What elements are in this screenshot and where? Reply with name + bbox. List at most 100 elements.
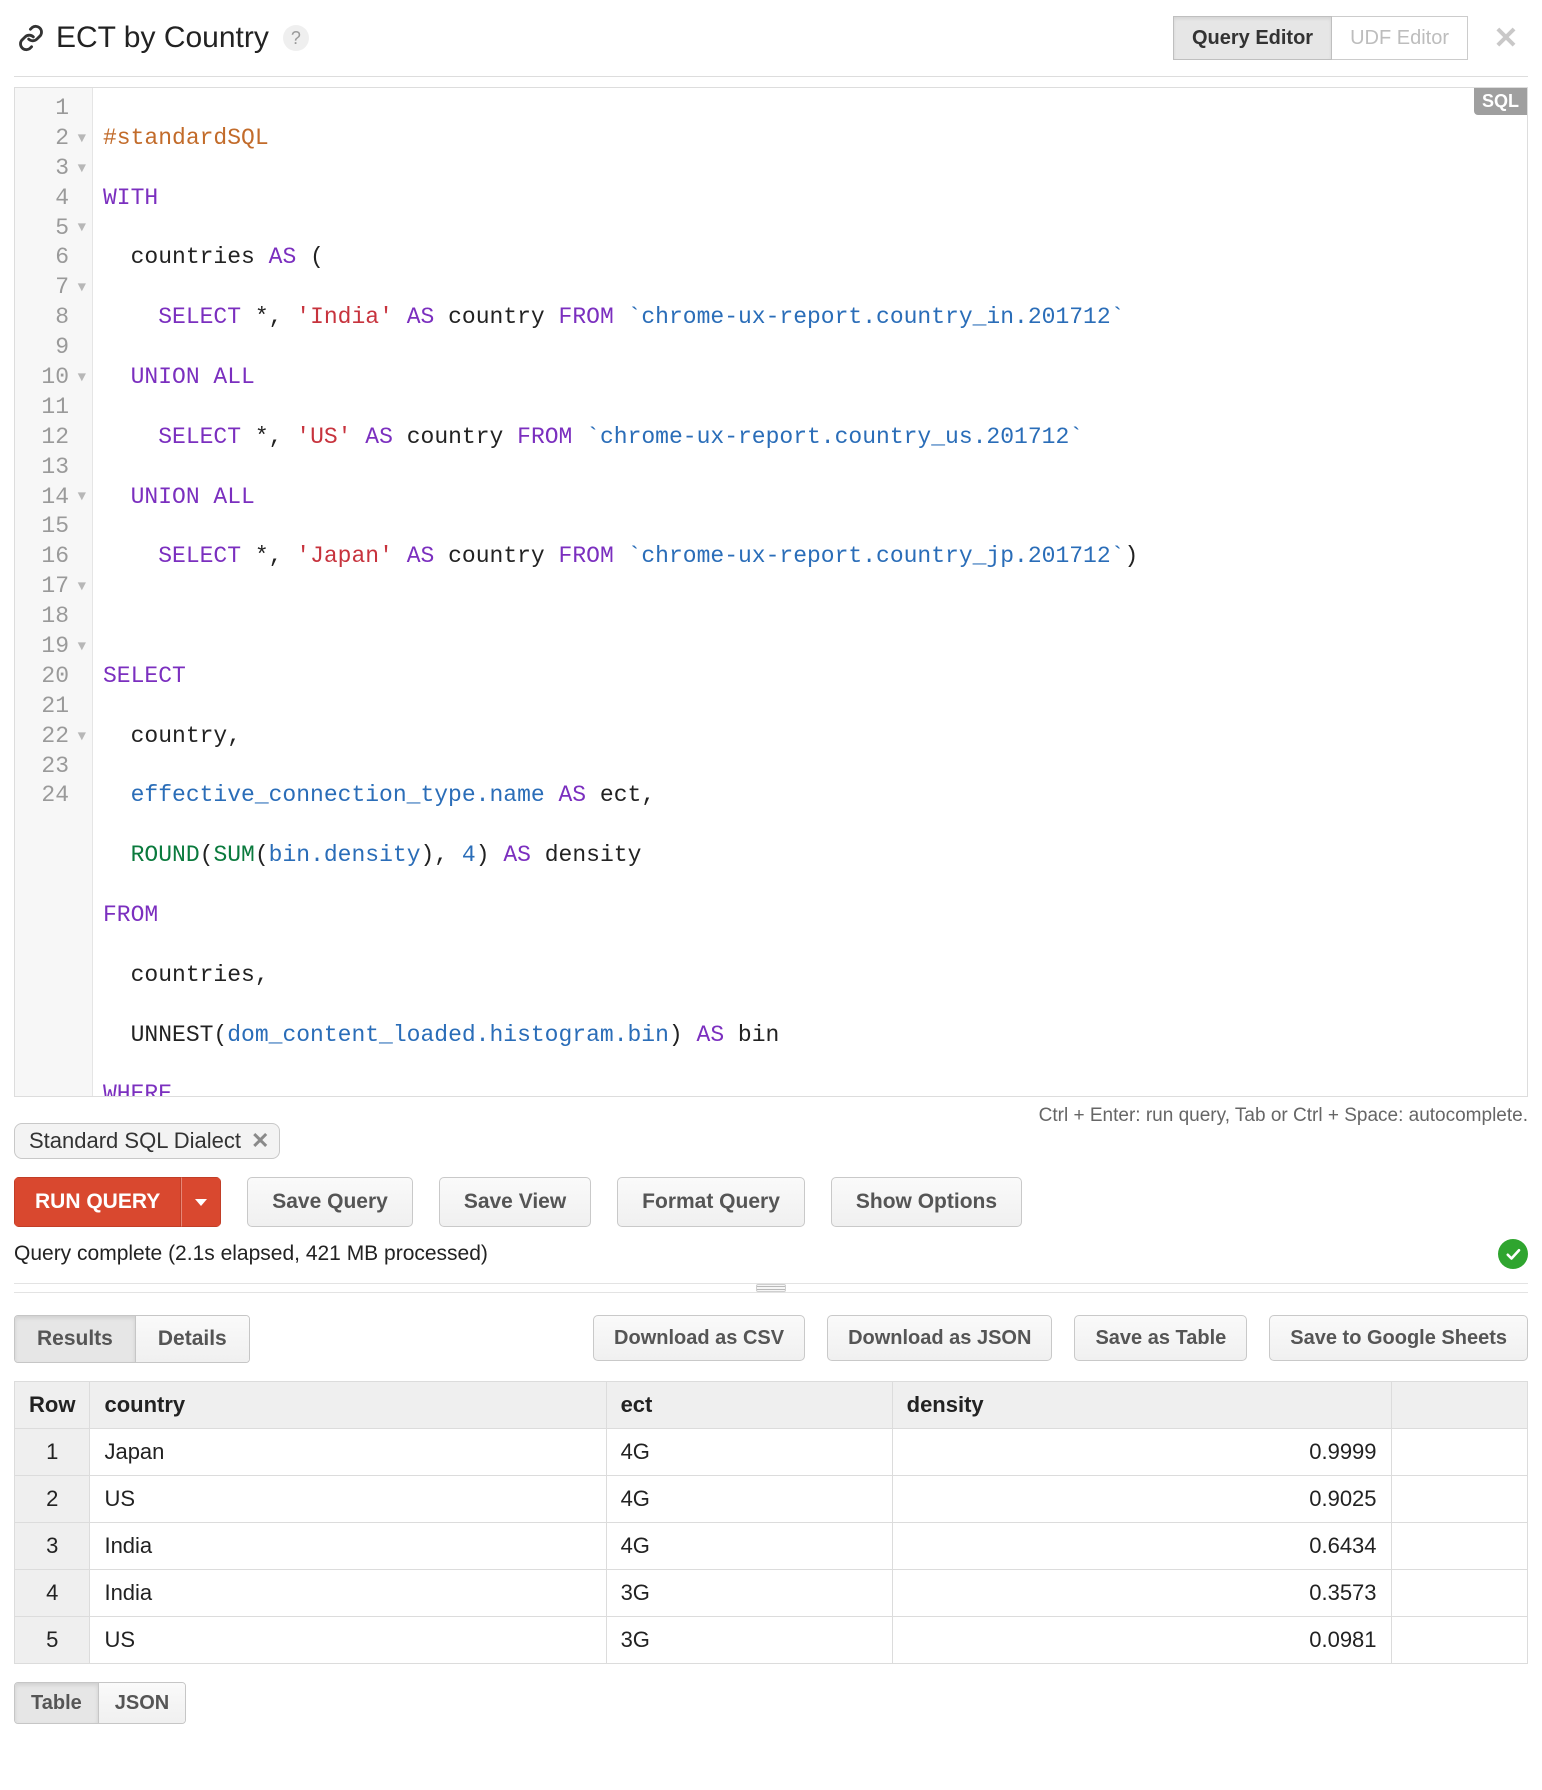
show-options-button[interactable]: Show Options	[831, 1177, 1022, 1227]
gutter-line: 15	[19, 512, 86, 542]
col-country: country	[90, 1382, 606, 1429]
cell-filler	[1391, 1523, 1527, 1570]
save-view-button[interactable]: Save View	[439, 1177, 591, 1227]
dialect-chip-close-icon[interactable]: ✕	[251, 1128, 269, 1154]
run-query-button[interactable]: RUN QUERY	[14, 1177, 181, 1227]
dialect-chip[interactable]: Standard SQL Dialect ✕	[14, 1123, 280, 1159]
table-header-row: Row country ect density	[15, 1382, 1528, 1429]
cell-ect: 4G	[606, 1523, 892, 1570]
format-query-button[interactable]: Format Query	[617, 1177, 805, 1227]
gutter-line: 4	[19, 184, 86, 214]
cell-density: 0.9025	[892, 1476, 1391, 1523]
close-icon[interactable]: ✕	[1484, 16, 1528, 60]
status-row: Query complete (2.1s elapsed, 421 MB pro…	[14, 1239, 1528, 1269]
tab-query-editor[interactable]: Query Editor	[1173, 16, 1332, 60]
col-filler	[1391, 1382, 1527, 1429]
gutter-line: 3▼	[19, 154, 86, 184]
run-query-group: RUN QUERY	[14, 1177, 221, 1227]
gutter-line: 23	[19, 752, 86, 782]
run-query-dropdown[interactable]	[181, 1177, 221, 1227]
cell-country: Japan	[90, 1429, 606, 1476]
cell-country: India	[90, 1523, 606, 1570]
gutter-line: 16	[19, 542, 86, 572]
fold-icon[interactable]: ▼	[74, 130, 86, 148]
gutter-line: 5▼	[19, 214, 86, 244]
tab-details[interactable]: Details	[135, 1316, 249, 1362]
fold-icon[interactable]: ▼	[74, 578, 86, 596]
cell-rownum: 2	[15, 1476, 90, 1523]
view-table-button[interactable]: Table	[15, 1683, 98, 1723]
editor-code[interactable]: #standardSQL WITH countries AS ( SELECT …	[93, 88, 1527, 1096]
gutter-line: 1	[19, 94, 86, 124]
gutter-line: 20	[19, 662, 86, 692]
cell-country: US	[90, 1476, 606, 1523]
tab-udf-editor[interactable]: UDF Editor	[1332, 16, 1468, 60]
fold-icon[interactable]: ▼	[74, 279, 86, 297]
cell-filler	[1391, 1570, 1527, 1617]
cell-ect: 4G	[606, 1429, 892, 1476]
col-ect: ect	[606, 1382, 892, 1429]
col-row: Row	[15, 1382, 90, 1429]
table-row: 3India4G0.6434	[15, 1523, 1528, 1570]
cell-rownum: 3	[15, 1523, 90, 1570]
sql-editor[interactable]: SQL 12▼3▼45▼67▼8910▼11121314▼151617▼1819…	[14, 87, 1528, 1097]
view-json-button[interactable]: JSON	[98, 1683, 185, 1723]
query-toolbar: RUN QUERY Save Query Save View Format Qu…	[14, 1177, 1528, 1227]
cell-density: 0.0981	[892, 1617, 1391, 1664]
save-as-table-button[interactable]: Save as Table	[1074, 1315, 1247, 1361]
status-ok-icon	[1498, 1239, 1528, 1269]
download-csv-button[interactable]: Download as CSV	[593, 1315, 805, 1361]
save-to-sheets-button[interactable]: Save to Google Sheets	[1269, 1315, 1528, 1361]
cell-density: 0.3573	[892, 1570, 1391, 1617]
results-toolbar: Results Details Download as CSV Download…	[14, 1315, 1528, 1363]
fold-icon[interactable]: ▼	[74, 160, 86, 178]
gutter-line: 11	[19, 393, 86, 423]
gutter-line: 8	[19, 303, 86, 333]
cell-density: 0.6434	[892, 1523, 1391, 1570]
gutter-line: 19▼	[19, 632, 86, 662]
fold-icon[interactable]: ▼	[74, 219, 86, 237]
gutter-line: 13	[19, 453, 86, 483]
cell-density: 0.9999	[892, 1429, 1391, 1476]
cell-rownum: 5	[15, 1617, 90, 1664]
fold-icon[interactable]: ▼	[74, 488, 86, 506]
table-row: 1Japan4G0.9999	[15, 1429, 1528, 1476]
table-row: 4India3G0.3573	[15, 1570, 1528, 1617]
table-row: 2US4G0.9025	[15, 1476, 1528, 1523]
gutter-line: 2▼	[19, 124, 86, 154]
cell-rownum: 4	[15, 1570, 90, 1617]
results-table: Row country ect density 1Japan4G0.99992U…	[14, 1381, 1528, 1664]
gutter-line: 17▼	[19, 572, 86, 602]
dialect-chip-label: Standard SQL Dialect	[29, 1128, 241, 1154]
fold-icon[interactable]: ▼	[74, 728, 86, 746]
download-json-button[interactable]: Download as JSON	[827, 1315, 1052, 1361]
fold-icon[interactable]: ▼	[74, 638, 86, 656]
cell-ect: 3G	[606, 1617, 892, 1664]
language-badge: SQL	[1474, 88, 1527, 115]
gutter-line: 9	[19, 333, 86, 363]
gutter-line: 21	[19, 692, 86, 722]
tab-results[interactable]: Results	[15, 1316, 135, 1362]
cell-ect: 4G	[606, 1476, 892, 1523]
gutter-line: 22▼	[19, 722, 86, 752]
gutter-line: 18	[19, 602, 86, 632]
help-icon[interactable]: ?	[283, 25, 309, 51]
cell-filler	[1391, 1429, 1527, 1476]
fold-icon[interactable]: ▼	[74, 369, 86, 387]
page-title: ECT by Country	[56, 21, 269, 55]
chevron-down-icon	[195, 1199, 207, 1206]
cell-rownum: 1	[15, 1429, 90, 1476]
save-query-button[interactable]: Save Query	[247, 1177, 413, 1227]
gutter-line: 24	[19, 781, 86, 811]
view-switch: Table JSON	[14, 1682, 1528, 1724]
table-row: 5US3G0.0981	[15, 1617, 1528, 1664]
pane-splitter[interactable]	[14, 1283, 1528, 1293]
cell-country: India	[90, 1570, 606, 1617]
editor-gutter: 12▼3▼45▼67▼8910▼11121314▼151617▼1819▼202…	[15, 88, 93, 1096]
gutter-line: 10▼	[19, 363, 86, 393]
cell-filler	[1391, 1476, 1527, 1523]
gutter-line: 6	[19, 243, 86, 273]
gutter-line: 7▼	[19, 273, 86, 303]
col-density: density	[892, 1382, 1391, 1429]
cell-ect: 3G	[606, 1570, 892, 1617]
